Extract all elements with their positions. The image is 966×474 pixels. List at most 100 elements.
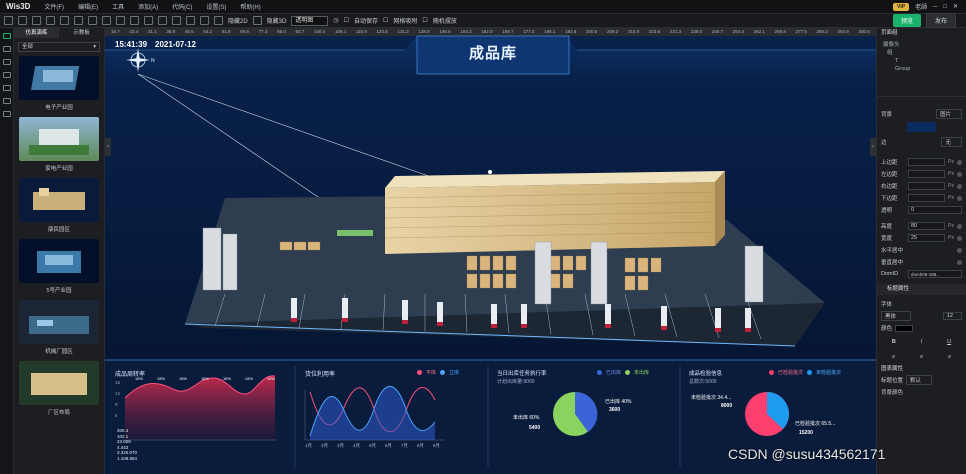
model-icon[interactable]: [3, 59, 11, 65]
move-icon[interactable]: [46, 16, 55, 25]
camera-icon[interactable]: [200, 16, 209, 25]
margin-bottom-input[interactable]: [908, 194, 946, 202]
scene-canvas[interactable]: 15.7 23.4 31.1 38.8 46.5 54.2 61.9 69.6 77.3 85.0…: [105, 28, 876, 474]
menu-tools[interactable]: 工具: [112, 2, 124, 11]
collapse-left-handle[interactable]: ‹: [105, 138, 111, 156]
rotate-icon[interactable]: [60, 16, 69, 25]
margin-left-input[interactable]: [908, 170, 946, 178]
hide-3d-icon[interactable]: [252, 16, 262, 25]
menu-settings[interactable]: 设置(S): [206, 2, 226, 11]
menu-code[interactable]: 代码(C): [172, 2, 192, 11]
font-select[interactable]: 黑体: [881, 311, 912, 321]
title-props-section[interactable]: 标题属性: [877, 284, 966, 295]
scene-thumb-6[interactable]: [19, 361, 99, 405]
height-input[interactable]: 80: [908, 222, 946, 230]
legend-uninspected: 未检验批次: [816, 370, 842, 376]
redo-icon[interactable]: [32, 16, 41, 25]
layers-icon[interactable]: [3, 46, 11, 52]
view-mode-select[interactable]: 透明图: [291, 15, 329, 26]
grid-snap-checkbox[interactable]: ☐: [383, 17, 388, 24]
scene-thumb-5[interactable]: [19, 300, 99, 344]
preview-button[interactable]: 预览: [892, 14, 921, 27]
ruler-tick: 185.1: [544, 29, 556, 34]
toggle-dot[interactable]: [957, 183, 962, 189]
scene-thumb-3[interactable]: [19, 178, 99, 222]
vip-badge[interactable]: VIP: [893, 2, 910, 11]
margin-right-input[interactable]: [908, 182, 946, 190]
y-tick: 6: [115, 413, 118, 418]
tree-item-group[interactable]: 组: [883, 49, 960, 57]
menu-edit[interactable]: 编辑(E): [78, 2, 98, 11]
cloud-icon[interactable]: [3, 111, 11, 117]
publish-button[interactable]: 发布: [925, 13, 956, 28]
height-label: 高度: [881, 224, 893, 230]
opacity-input[interactable]: 0: [908, 206, 962, 214]
toggle-dot[interactable]: [957, 159, 962, 165]
h-center-toggle[interactable]: [957, 247, 962, 253]
hide-2d-icon[interactable]: [214, 16, 223, 25]
ruler-tick: 38.8: [166, 29, 176, 34]
menu-file[interactable]: 文件(F): [44, 2, 64, 11]
select-tool-icon[interactable]: [4, 16, 13, 25]
effect-icon[interactable]: [3, 72, 11, 78]
scale-icon[interactable]: [74, 16, 83, 25]
components-icon[interactable]: [3, 33, 11, 39]
legend-dot-uninspected: [807, 370, 813, 375]
minimize-icon[interactable]: ─: [933, 4, 937, 10]
align-bottom-icon[interactable]: [186, 16, 195, 25]
tab-demo-board[interactable]: 示教板: [59, 28, 104, 38]
border-select[interactable]: 无: [941, 137, 962, 147]
scene-label-1: 电子产业园: [45, 105, 73, 111]
bold-icon[interactable]: B: [892, 339, 896, 345]
toggle-dot[interactable]: [957, 223, 962, 229]
scene-thumb-2[interactable]: [19, 117, 99, 161]
margin-top-label: 上边距: [881, 160, 898, 166]
category-filter-select[interactable]: 全部 ▾: [18, 42, 100, 52]
align-right-text-icon[interactable]: ≡: [948, 354, 951, 360]
color-swatch[interactable]: [895, 324, 914, 332]
italic-icon[interactable]: I: [921, 339, 923, 345]
undo-icon[interactable]: [18, 16, 27, 25]
align-left-icon[interactable]: [130, 16, 139, 25]
delete-icon[interactable]: [116, 16, 125, 25]
v-center-toggle[interactable]: [957, 259, 962, 265]
tree-item-camera[interactable]: 摄像头: [883, 41, 960, 49]
margin-top-input[interactable]: [908, 158, 946, 166]
maximize-icon[interactable]: □: [943, 4, 947, 10]
underline-icon[interactable]: U: [947, 339, 951, 345]
font-size-select[interactable]: 12: [942, 312, 962, 320]
domid-input[interactable]: domb06-158...: [908, 270, 962, 278]
scene-thumb-4[interactable]: [19, 239, 99, 283]
scene-thumb-1[interactable]: [19, 56, 99, 100]
toggle-dot[interactable]: [957, 195, 962, 201]
random-place-checkbox[interactable]: ☐: [422, 17, 427, 24]
copy-icon[interactable]: [102, 16, 111, 25]
toggle-dot[interactable]: [957, 171, 962, 177]
chart-icon[interactable]: [3, 85, 11, 91]
align-center-text-icon[interactable]: ≡: [920, 354, 923, 360]
align-right-icon[interactable]: [158, 16, 167, 25]
title-position-select[interactable]: 默认: [906, 375, 933, 385]
width-input[interactable]: 25: [908, 234, 946, 242]
tree-item-group2[interactable]: Group: [883, 65, 960, 73]
toggle-dot[interactable]: [957, 235, 962, 241]
tab-simulation[interactable]: 仿真演练: [14, 28, 59, 38]
user-name[interactable]: 老師: [915, 2, 927, 11]
location-icon[interactable]: [3, 98, 11, 104]
close-icon[interactable]: ✕: [953, 3, 958, 10]
outbound-done-label: 已出库 40%: [605, 399, 632, 405]
autosave-checkbox[interactable]: ☐: [344, 17, 349, 24]
hide-2d-label[interactable]: 隐藏2D: [228, 16, 248, 25]
box-icon[interactable]: [88, 16, 97, 25]
menu-add[interactable]: 添加(A): [138, 2, 158, 11]
align-top-icon[interactable]: [172, 16, 181, 25]
align-left-text-icon[interactable]: ≡: [892, 354, 895, 360]
hide-3d-label[interactable]: 隐藏3D: [267, 16, 287, 25]
scene-title: 成品库: [468, 45, 517, 62]
menu-help[interactable]: 帮助(H): [240, 2, 260, 11]
background-select[interactable]: 图片: [935, 109, 962, 119]
ruler-tick: 15.7: [111, 29, 120, 34]
tree-item-t[interactable]: T: [883, 57, 960, 65]
align-center-icon[interactable]: [144, 16, 153, 25]
background-swatch[interactable]: [907, 122, 936, 132]
